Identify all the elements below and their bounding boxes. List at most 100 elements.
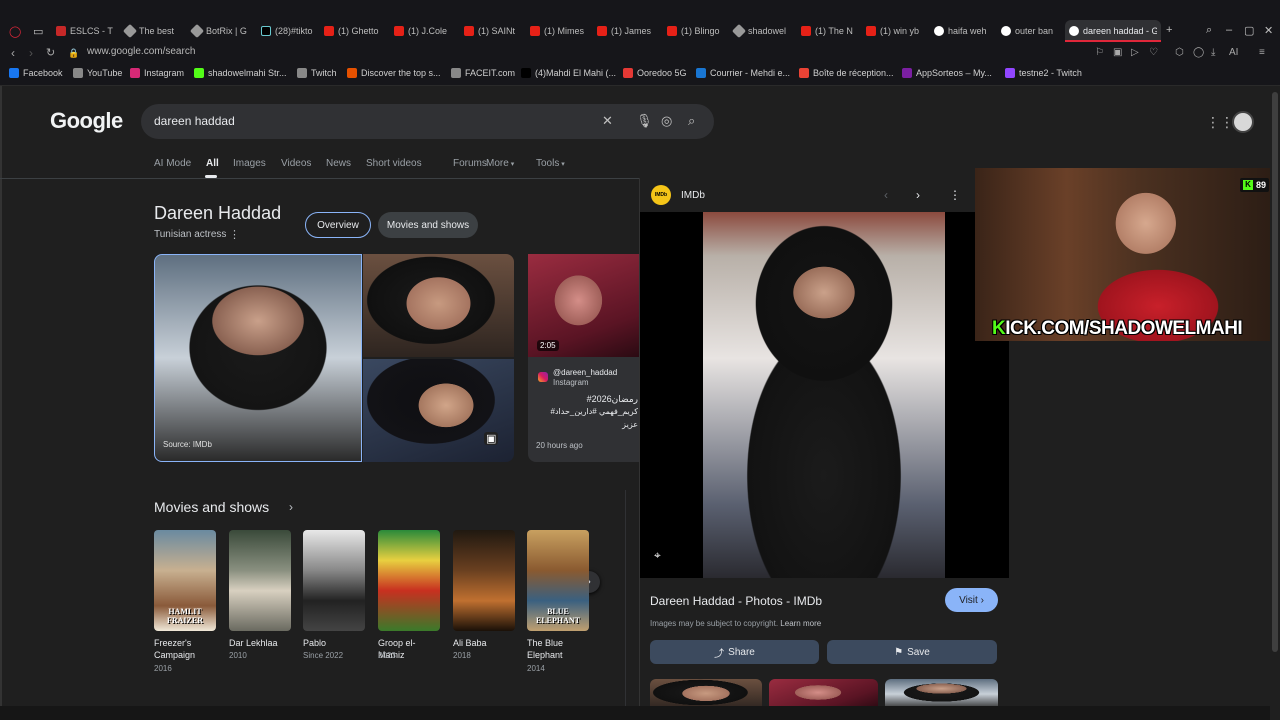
browser-tab[interactable]: The best <box>121 20 185 42</box>
image-thumbnail[interactable] <box>363 254 514 357</box>
bookmark-item[interactable]: Facebook <box>9 68 63 78</box>
search-input[interactable]: dareen haddad <box>154 114 235 128</box>
extensions-icon[interactable]: ⬡ <box>1175 47 1184 58</box>
bookmark-item[interactable]: Twitch <box>297 68 337 78</box>
movie-title[interactable]: Ali Baba <box>453 637 515 649</box>
movie-poster[interactable]: HAMLIT FRAIZER <box>154 530 216 631</box>
more-images-icon[interactable]: ▣ <box>484 432 499 445</box>
browser-tab[interactable]: (1) Blingo <box>663 20 727 42</box>
lens-icon[interactable]: ◎ <box>661 113 672 129</box>
back-icon[interactable]: ‹ <box>11 46 15 60</box>
browser-tab[interactable]: dareen haddad - G <box>1065 20 1161 42</box>
viewer-title[interactable]: Dareen Haddad - Photos - IMDb <box>650 594 822 608</box>
movie-poster[interactable]: BLUE ELEPHANT <box>527 530 589 631</box>
browser-tab[interactable]: shadowel <box>730 20 794 42</box>
bookmark-item[interactable]: FACEIT.com <box>451 68 515 78</box>
visit-button[interactable]: Visit › <box>945 588 998 612</box>
more-options-icon[interactable]: ⋮ <box>949 188 961 202</box>
filter-tab[interactable]: Tools ▾ <box>536 158 565 169</box>
new-tab-icon[interactable]: + <box>1166 24 1172 36</box>
filter-tab[interactable]: More ▾ <box>486 158 514 169</box>
movie-title[interactable]: Pablo <box>303 637 365 649</box>
filter-tab[interactable]: All <box>206 158 219 169</box>
lens-search-icon[interactable]: ⌖ <box>654 548 661 563</box>
bookmark-item[interactable]: shadowelmahi Str... <box>194 68 287 78</box>
filter-tab[interactable]: Videos <box>281 158 311 169</box>
movie-poster[interactable] <box>303 530 365 631</box>
previous-image-icon[interactable]: ‹ <box>884 188 888 202</box>
bookmark-item[interactable]: (4)Mahdi El Mahi (... <box>521 68 616 78</box>
main-image[interactable] <box>154 254 362 462</box>
profile-icon[interactable]: ◯ <box>1193 47 1204 58</box>
movie-title[interactable]: The Blue Elephant <box>527 637 589 661</box>
browser-tab[interactable]: ESLCS - T <box>52 20 118 42</box>
more-options-icon[interactable]: ⋮ <box>229 228 240 241</box>
microphone-icon[interactable]: 🎙 <box>636 113 653 129</box>
browser-tab[interactable]: haifa weh <box>930 20 994 42</box>
browser-tab[interactable]: (1) J.Cole <box>390 20 457 42</box>
browser-tab[interactable]: (28)#tikto <box>257 20 317 42</box>
filter-tab[interactable]: News <box>326 158 351 169</box>
browser-tab[interactable]: (1) SAINt <box>460 20 523 42</box>
bookmark-item[interactable]: testne2 - Twitch <box>1005 68 1082 78</box>
download-icon[interactable]: ⤓ <box>1211 47 1215 58</box>
filter-tab[interactable]: Short videos <box>366 158 422 169</box>
aria-ai-button[interactable]: AI <box>1229 47 1238 58</box>
movie-title[interactable]: Dar Lekhlaa <box>229 637 291 649</box>
clear-icon[interactable]: ✕ <box>602 113 613 129</box>
viewer-source[interactable]: IMDb <box>681 190 705 201</box>
forward-icon[interactable]: › <box>29 46 33 60</box>
search-icon[interactable]: ⌕ <box>688 113 695 129</box>
heart-icon[interactable]: ♡ <box>1149 47 1158 58</box>
bookmark-item[interactable]: Ooredoo 5G <box>623 68 687 78</box>
movies-and-shows-chip[interactable]: Movies and shows <box>378 212 478 238</box>
player-icon[interactable]: ▷ <box>1131 47 1139 58</box>
related-image-thumbnail[interactable] <box>769 679 878 709</box>
bookmark-item[interactable]: Boîte de réception... <box>799 68 894 78</box>
browser-tab[interactable]: (1) The N <box>797 20 859 42</box>
bookmark-item[interactable]: Courrier - Mehdi e... <box>696 68 790 78</box>
next-image-icon[interactable]: › <box>916 188 920 202</box>
opera-logo-icon[interactable]: ◯ <box>9 25 21 38</box>
related-image-thumbnail[interactable] <box>885 679 998 709</box>
bookmark-item[interactable]: YouTube <box>73 68 122 78</box>
google-logo[interactable]: Google <box>50 108 123 134</box>
browser-tab[interactable]: (1) James <box>593 20 660 42</box>
filter-tab[interactable]: Images <box>233 158 266 169</box>
filter-tab[interactable]: AI Mode <box>154 158 191 169</box>
viewer-image[interactable] <box>703 212 945 578</box>
bookmark-item[interactable]: AppSorteos – My... <box>902 68 992 78</box>
browser-tab[interactable]: BotRix | G <box>188 20 254 42</box>
close-window-icon[interactable]: ✕ <box>1264 24 1273 37</box>
bookmark-icon[interactable]: ⚐ <box>1095 47 1104 58</box>
reload-icon[interactable]: ↻ <box>46 46 55 59</box>
related-image-thumbnail[interactable] <box>650 679 762 709</box>
site-info-icon[interactable]: 🔒 <box>68 48 79 59</box>
learn-more-link[interactable]: Learn more <box>780 619 821 628</box>
account-avatar[interactable] <box>1232 111 1254 133</box>
overview-chip[interactable]: Overview <box>305 212 371 238</box>
movie-poster[interactable] <box>378 530 440 631</box>
chevron-right-icon[interactable]: › <box>289 500 293 514</box>
scrollbar-thumb[interactable] <box>1272 92 1278 652</box>
bookmark-item[interactable]: Instagram <box>130 68 184 78</box>
image-thumbnail[interactable] <box>363 359 514 462</box>
movie-poster[interactable] <box>229 530 291 631</box>
browser-tab[interactable]: (1) Ghetto <box>320 20 387 42</box>
search-tabs-icon[interactable]: ⌕ <box>1206 24 1212 37</box>
browser-tab[interactable]: (1) win yb <box>862 20 927 42</box>
url-field[interactable]: www.google.com/search <box>87 46 195 57</box>
menu-icon[interactable]: ≡ <box>1259 47 1265 58</box>
browser-tab[interactable]: (1) Mimes <box>526 20 590 42</box>
search-box[interactable]: dareen haddad ✕ 🎙 ◎ ⌕ <box>141 104 714 139</box>
movie-title[interactable]: Freezer's Campaign <box>154 637 216 661</box>
filter-tab[interactable]: Forums <box>453 158 487 169</box>
snapshot-icon[interactable]: ▣ <box>1113 47 1122 58</box>
movies-section-title[interactable]: Movies and shows <box>154 499 269 515</box>
save-button[interactable]: ⚑ Save <box>827 640 997 664</box>
maximize-icon[interactable]: ▢ <box>1244 24 1254 37</box>
workspaces-icon[interactable]: ▭ <box>33 25 43 38</box>
minimize-icon[interactable]: – <box>1226 24 1232 36</box>
movie-poster[interactable] <box>453 530 515 631</box>
share-button[interactable]: ⤴ Share <box>650 640 819 664</box>
